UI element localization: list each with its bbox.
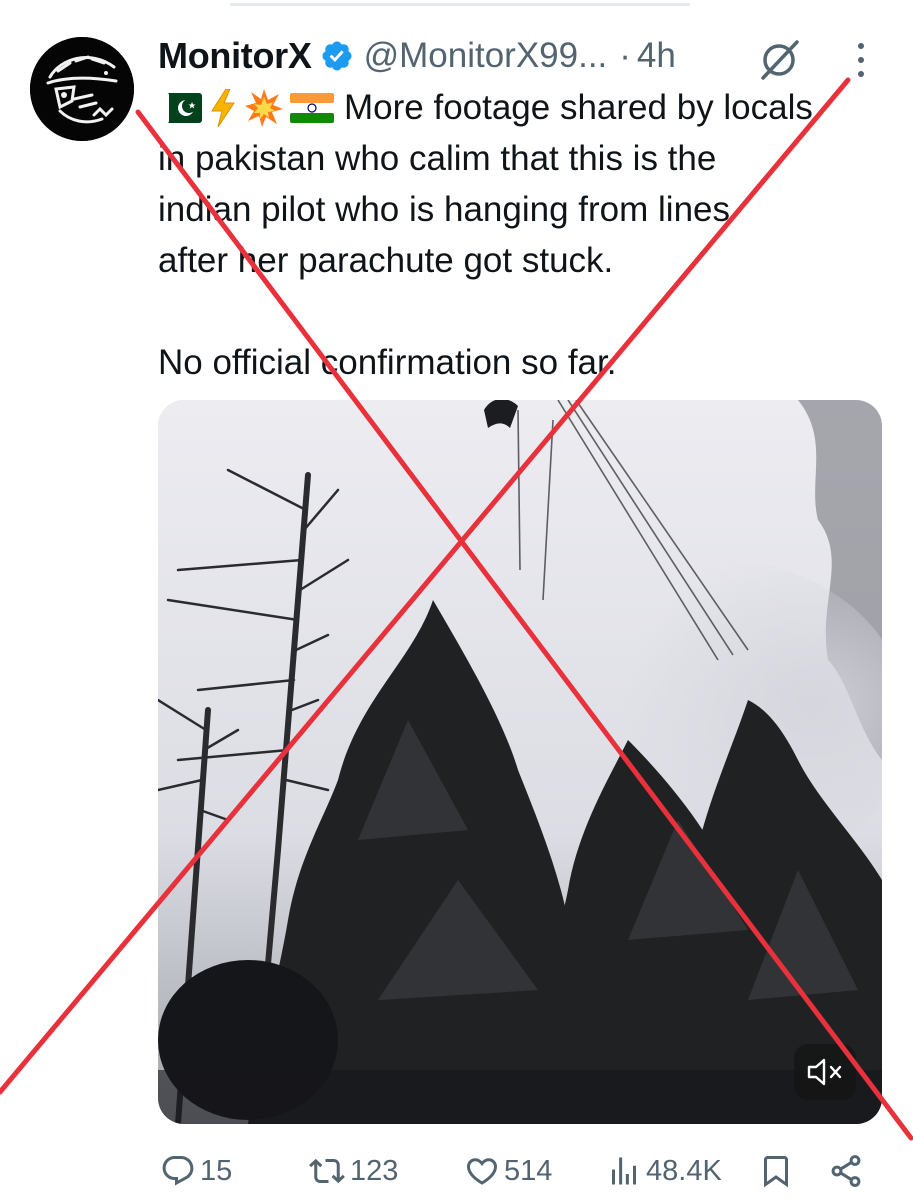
mute-button[interactable] (794, 1044, 856, 1100)
reply-icon (162, 1156, 194, 1186)
repost-button[interactable]: 123 (308, 1146, 398, 1196)
post-text: More footage shared by locals in pakista… (158, 82, 898, 388)
collision-icon (245, 89, 283, 127)
more-options-icon[interactable] (852, 38, 870, 82)
share-button[interactable] (828, 1146, 864, 1196)
like-button[interactable]: 514 (464, 1146, 552, 1196)
post-time[interactable]: 4h (637, 36, 676, 76)
video-frame (158, 400, 882, 1124)
post-header: MonitorX @MonitorX99... · 4h (158, 30, 676, 82)
avatar[interactable] (30, 37, 134, 141)
lightning-icon (211, 89, 235, 127)
like-count: 514 (504, 1154, 553, 1187)
reply-count: 15 (200, 1154, 233, 1187)
pakistan-flag-icon (158, 93, 202, 123)
reply-button[interactable]: 15 (160, 1146, 232, 1196)
verified-badge-icon (322, 41, 352, 71)
author-name[interactable]: MonitorX (158, 35, 312, 77)
bookmark-button[interactable] (758, 1146, 794, 1196)
post-text-line-1: More footage shared by locals (344, 88, 813, 127)
views-count: 48.4K (646, 1154, 722, 1187)
emoji-group (158, 88, 334, 128)
repost-icon (309, 1158, 345, 1184)
avatar-image (30, 37, 134, 141)
action-bar: 15 123 514 48.4K (0, 1146, 913, 1196)
mute-icon (807, 1058, 842, 1086)
repost-count: 123 (350, 1154, 399, 1187)
separator-dot: · (619, 36, 631, 75)
views-button[interactable]: 48.4K (606, 1146, 722, 1196)
top-divider (0, 0, 913, 8)
post-text-line-2: in pakistan who calim that this is the (158, 139, 717, 178)
share-icon (831, 1155, 861, 1187)
post-text-line-3: indian pilot who is hanging from lines (158, 190, 730, 229)
grok-icon[interactable] (757, 38, 801, 82)
video-player[interactable] (158, 400, 882, 1124)
india-flag-icon (290, 93, 334, 123)
post-text-line-5: No official confirmation so far. (158, 343, 617, 382)
author-handle[interactable]: @MonitorX99... (364, 36, 608, 76)
like-icon (466, 1158, 498, 1185)
views-icon (612, 1157, 636, 1185)
bookmark-icon (764, 1156, 788, 1188)
post-text-line-4: after her parachute got stuck. (158, 241, 614, 280)
